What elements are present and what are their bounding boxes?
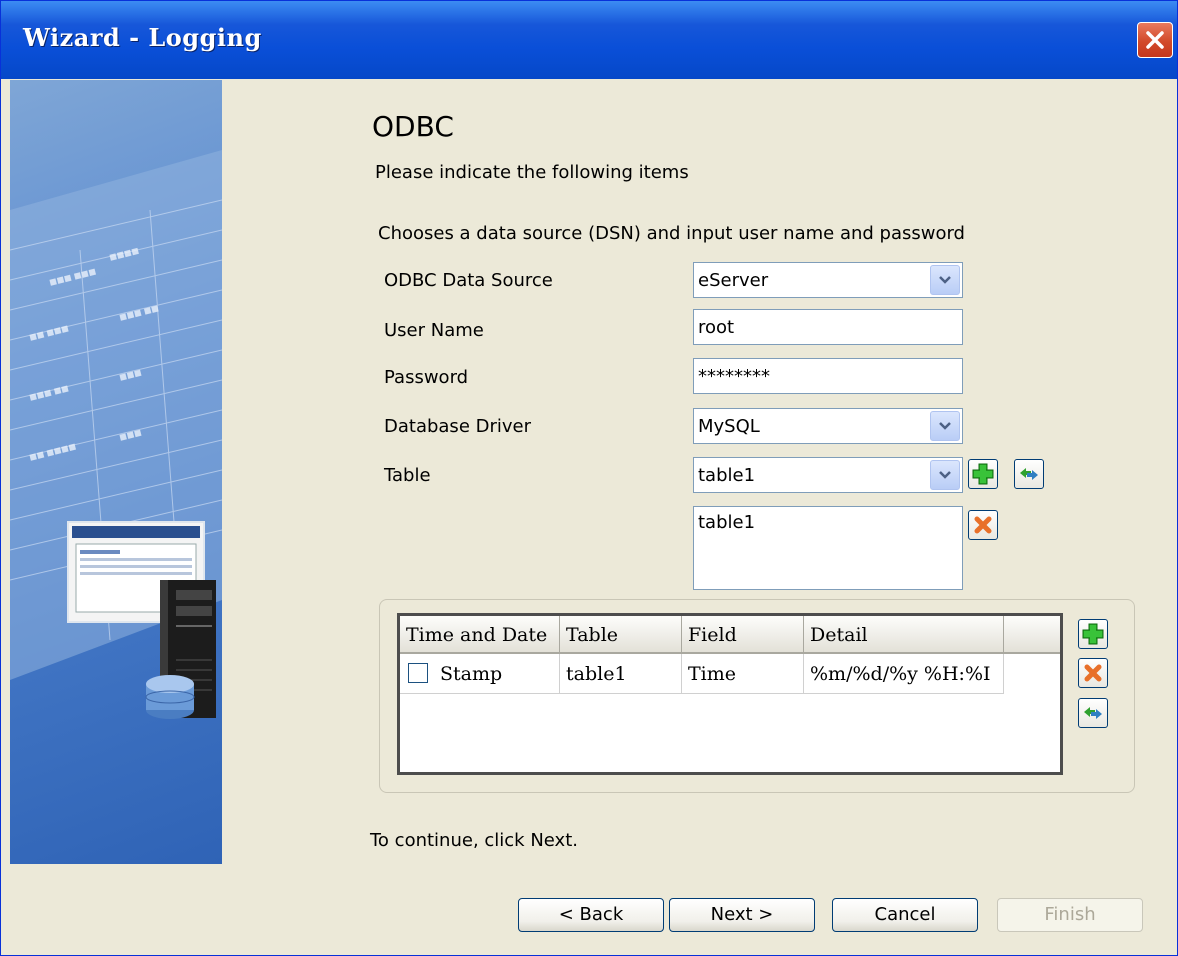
- column-header-filler: [1004, 616, 1060, 654]
- cell-detail: %m/%d/%y %H:%I: [810, 663, 991, 685]
- user-name-input[interactable]: root: [693, 309, 963, 345]
- chevron-down-icon[interactable]: [930, 265, 960, 295]
- column-header-time-and-date[interactable]: Time and Date: [400, 616, 560, 654]
- close-button[interactable]: [1137, 22, 1173, 58]
- add-table-button[interactable]: [968, 459, 998, 489]
- refresh-rows-button[interactable]: [1078, 698, 1108, 728]
- column-header-field[interactable]: Field: [682, 616, 804, 654]
- table-label: Table: [384, 465, 431, 486]
- column-header-detail[interactable]: Detail: [804, 616, 1004, 654]
- add-row-button[interactable]: [1078, 619, 1108, 649]
- title-bar[interactable]: Wizard - Logging: [1, 1, 1177, 79]
- delete-icon: [1084, 664, 1102, 682]
- odbc-source-value: eServer: [698, 270, 769, 291]
- finish-button[interactable]: Finish: [997, 898, 1143, 932]
- cell-field-container[interactable]: Time: [682, 654, 804, 694]
- wizard-content: ODBC Please indicate the following items…: [222, 80, 1177, 955]
- plus-icon: [1082, 623, 1104, 645]
- cell-detail-container[interactable]: %m/%d/%y %H:%I: [804, 654, 1004, 694]
- plus-icon: [972, 463, 994, 485]
- window-title: Wizard - Logging: [23, 23, 262, 52]
- password-input[interactable]: ********: [693, 358, 963, 394]
- chevron-down-icon[interactable]: [930, 411, 960, 441]
- user-name-value: root: [698, 317, 735, 338]
- cell-field: Time: [688, 663, 737, 685]
- table-row[interactable]: Stamp: [400, 654, 560, 694]
- odbc-source-label: ODBC Data Source: [384, 270, 553, 291]
- back-button[interactable]: < Back: [518, 898, 664, 932]
- password-label: Password: [384, 367, 469, 388]
- cancel-button[interactable]: Cancel: [832, 898, 978, 932]
- page-subtitle: Please indicate the following items: [375, 162, 689, 183]
- cell-time-and-date: Stamp: [440, 663, 503, 685]
- chevron-down-icon[interactable]: [930, 460, 960, 490]
- table-select[interactable]: table1: [693, 457, 963, 493]
- section-label: Chooses a data source (DSN) and input us…: [378, 223, 965, 244]
- cell-table-container[interactable]: table1: [560, 654, 682, 694]
- table-list[interactable]: table1: [693, 506, 963, 590]
- password-value: ********: [698, 366, 770, 387]
- next-button[interactable]: Next >: [669, 898, 815, 932]
- database-driver-select[interactable]: MySQL: [693, 408, 963, 444]
- wizard-side-image: ■■■ ■■■ ■■■■ ■■ ■■■ ■■■ ■■ ■■■ ■■ ■■■ ■■…: [10, 80, 222, 864]
- refresh-tables-button[interactable]: [1014, 459, 1044, 489]
- refresh-icon: [1084, 707, 1102, 719]
- delete-table-button[interactable]: [968, 510, 998, 540]
- database-illustration: ■■■ ■■■ ■■■■ ■■ ■■■ ■■■ ■■ ■■■ ■■ ■■■ ■■…: [10, 150, 222, 719]
- column-header-table[interactable]: Table: [560, 616, 682, 654]
- delete-row-button[interactable]: [1078, 658, 1108, 688]
- logging-fields-table[interactable]: Time and Date Table Field Detail Stamp t…: [397, 613, 1063, 775]
- user-name-label: User Name: [384, 320, 484, 341]
- table-value: table1: [698, 465, 756, 486]
- database-driver-label: Database Driver: [384, 416, 531, 437]
- list-item[interactable]: table1: [698, 512, 755, 533]
- odbc-source-select[interactable]: eServer: [693, 262, 963, 298]
- continue-instruction: To continue, click Next.: [370, 830, 578, 851]
- refresh-icon: [1020, 468, 1038, 480]
- page-title: ODBC: [372, 110, 454, 143]
- cell-table: table1: [566, 663, 627, 685]
- database-driver-value: MySQL: [698, 416, 760, 437]
- stamp-checkbox[interactable]: [408, 663, 428, 683]
- close-icon: [1146, 31, 1164, 49]
- delete-icon: [974, 516, 992, 534]
- wizard-window: Wizard - Logging ■■■ ■■■ ■■■■ ■■ ■■■ ■■■…: [0, 0, 1178, 956]
